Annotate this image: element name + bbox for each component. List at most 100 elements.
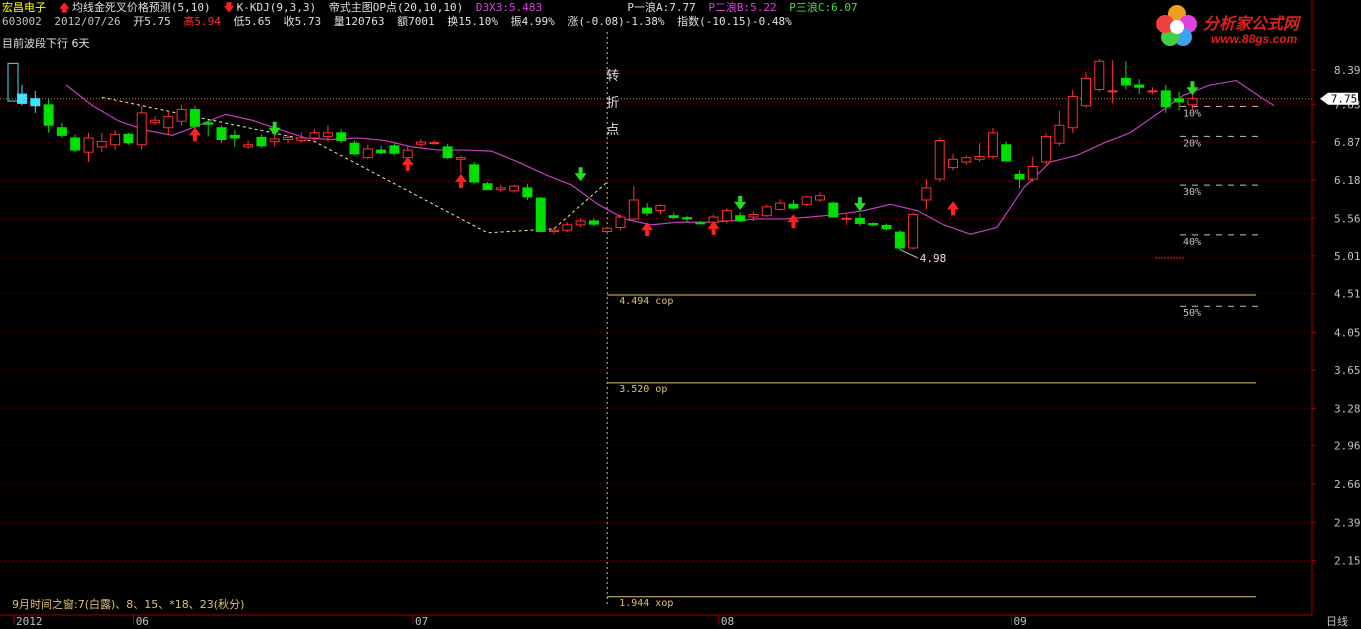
retracement-label: 40% xyxy=(1183,237,1201,248)
close-price: 收5.73 xyxy=(283,15,322,28)
candle xyxy=(881,225,892,230)
high-price: 高5.94 xyxy=(183,15,221,28)
candle xyxy=(469,164,480,183)
ma-line xyxy=(65,79,1275,235)
candle xyxy=(83,137,94,153)
candle xyxy=(1027,166,1038,180)
candle xyxy=(841,217,852,220)
candle xyxy=(642,207,653,214)
low-price: 低5.65 xyxy=(233,15,271,28)
price-axis[interactable]: 8.397.636.876.185.565.014.514.053.653.28… xyxy=(1311,0,1361,615)
op-level-label: 3.520 op xyxy=(619,384,667,395)
y-tick-label: 6.18 xyxy=(1334,174,1361,187)
candle xyxy=(216,127,227,141)
candle xyxy=(1147,90,1158,93)
x-tick-label: 08 xyxy=(721,615,734,628)
candle xyxy=(309,132,320,139)
candle xyxy=(455,157,466,160)
time-window-note: 9月时间之窗:7(白露)、8、15、*18、23(秋分) xyxy=(12,597,244,611)
turnover: 换15.10% xyxy=(447,15,498,28)
candle xyxy=(522,187,533,198)
indicator-ma-cross[interactable]: 均线金死叉价格预测(5,10) xyxy=(72,1,211,14)
logo-url: www.88gs.com xyxy=(1211,32,1298,46)
candle xyxy=(402,149,413,159)
candle xyxy=(203,122,214,125)
flower-logo-icon xyxy=(1156,5,1197,46)
candle xyxy=(868,223,879,226)
y-tick-label: 2.39 xyxy=(1334,516,1361,529)
turn-point-char: 点 xyxy=(606,123,619,138)
wave-b: P二浪B:5.22 xyxy=(708,1,777,14)
y-tick-label: 6.87 xyxy=(1334,136,1361,149)
candle xyxy=(509,185,520,192)
stock-code: 603002 xyxy=(2,15,42,28)
open-price: 开5.75 xyxy=(133,15,171,28)
candle xyxy=(721,210,732,222)
candle xyxy=(1001,144,1012,162)
candle xyxy=(1094,60,1105,91)
candle xyxy=(535,197,546,232)
candle xyxy=(150,119,160,124)
y-tick-label: 3.65 xyxy=(1334,364,1361,377)
up-arrow-icon xyxy=(454,173,467,188)
candle xyxy=(1041,135,1052,163)
candle xyxy=(549,229,559,232)
x-tick-label: 06 xyxy=(136,615,149,628)
y-tick-label: 2.15 xyxy=(1334,554,1361,567)
down-arrow-icon: 🡇 xyxy=(223,1,235,14)
candle xyxy=(56,127,67,136)
candle xyxy=(442,146,453,159)
retracement-label: 20% xyxy=(1183,138,1201,149)
candle xyxy=(948,158,958,169)
indicator-op[interactable]: 帝式主图OP点(20,10,10) xyxy=(329,1,463,14)
candle xyxy=(761,206,772,217)
candle xyxy=(801,196,812,205)
retracement-label: 30% xyxy=(1183,187,1201,198)
candle xyxy=(775,202,786,210)
candle xyxy=(389,145,400,154)
y-tick-label: 2.66 xyxy=(1334,478,1361,491)
stock-name[interactable]: 宏昌电子 xyxy=(2,1,46,14)
y-tick-label: 4.51 xyxy=(1334,288,1361,301)
candle xyxy=(987,132,998,158)
y-tick-label: 8.39 xyxy=(1334,64,1361,77)
price-grid xyxy=(0,69,1312,561)
x-tick-label: 09 xyxy=(1014,615,1027,628)
candle xyxy=(163,115,174,129)
candle xyxy=(575,220,586,226)
down-arrow-icon xyxy=(734,195,747,210)
candles: 4.98 xyxy=(7,59,1198,265)
candle xyxy=(1081,77,1091,107)
candle xyxy=(110,133,121,146)
site-logo[interactable]: 分析家公式网 www.88gs.com xyxy=(1153,2,1353,50)
candlestick-chart: 4.494 cop3.520 op1.944 xop转折点10%20%30%40… xyxy=(0,0,1361,628)
period-label: 日线 xyxy=(1326,614,1348,628)
candle xyxy=(96,141,107,148)
date-axis[interactable]: 2012 06 07 08 09 日线 xyxy=(0,614,1348,628)
candle xyxy=(921,187,932,201)
candle xyxy=(189,109,200,127)
candle xyxy=(735,215,746,222)
indicator-kdj[interactable]: K-KDJ(9,3,3) xyxy=(237,1,316,14)
candle xyxy=(176,109,187,122)
candle xyxy=(562,224,573,231)
candle xyxy=(854,217,865,225)
candle xyxy=(136,112,147,146)
low-label: 4.98 xyxy=(920,252,947,265)
x-tick-label: 07 xyxy=(415,615,428,628)
candle xyxy=(1187,98,1198,106)
y-tick-label: 5.01 xyxy=(1334,250,1361,263)
candle xyxy=(1160,90,1171,108)
candle xyxy=(815,195,825,201)
candle xyxy=(495,187,506,191)
candle xyxy=(894,231,905,249)
candle xyxy=(628,199,639,220)
low-pointer xyxy=(899,248,919,259)
candle xyxy=(269,138,280,143)
down-arrow-icon xyxy=(853,197,866,212)
candle xyxy=(788,203,799,209)
candle xyxy=(615,216,626,228)
candle xyxy=(70,137,81,151)
candle xyxy=(748,213,759,218)
x-tick-label: 2012 xyxy=(16,615,43,628)
